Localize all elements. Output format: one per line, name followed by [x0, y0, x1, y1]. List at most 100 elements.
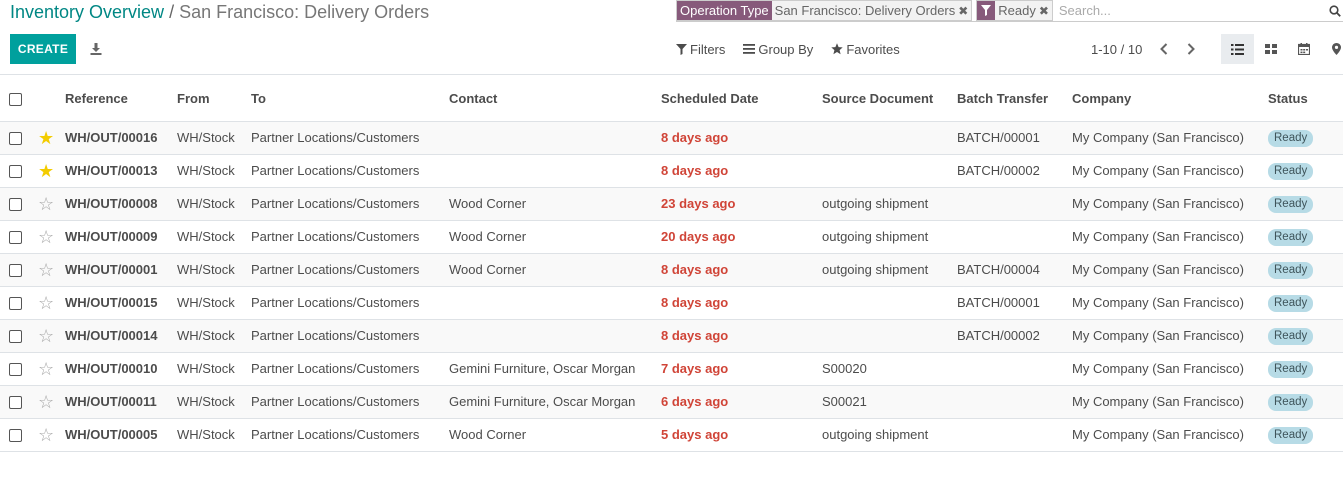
row-select-cell	[0, 385, 33, 418]
row-from: WH/Stock	[177, 163, 235, 178]
row-checkbox[interactable]	[9, 429, 22, 443]
row-from: WH/Stock	[177, 196, 235, 211]
star-outline-icon[interactable]: ☆	[38, 360, 54, 378]
row-checkbox[interactable]	[9, 198, 22, 212]
table-row[interactable]: ☆ WH/OUT/00005 WH/Stock Partner Locations/C…	[0, 418, 1343, 451]
row-priority-cell: ☆	[33, 385, 59, 418]
row-select-cell	[0, 319, 33, 352]
star-filled-icon[interactable]: ★	[38, 162, 54, 180]
table-row[interactable]: ★ WH/OUT/00013 WH/Stock Partner Locations/C…	[0, 154, 1343, 187]
row-company: My Company (San Francisco)	[1072, 295, 1244, 310]
row-checkbox[interactable]	[9, 264, 22, 278]
row-company: My Company (San Francisco)	[1072, 229, 1244, 244]
header-scheduled-date[interactable]: Scheduled Date	[661, 76, 822, 121]
search-input[interactable]	[1056, 0, 1323, 21]
star-filled-icon[interactable]: ★	[38, 129, 54, 147]
row-checkbox[interactable]	[9, 165, 22, 179]
header-company[interactable]: Company	[1072, 76, 1268, 121]
table-row[interactable]: ☆ WH/OUT/00011 WH/Stock Partner Locations/C…	[0, 385, 1343, 418]
pager: 1-10 / 10	[1091, 40, 1210, 58]
control-panel: Inventory Overview / San Francisco: Delive…	[0, 0, 1343, 75]
row-checkbox[interactable]	[9, 396, 22, 410]
row-company: My Company (San Francisco)	[1072, 163, 1244, 178]
filters-button[interactable]: Filters	[676, 42, 725, 57]
header-batch-transfer[interactable]: Batch Transfer	[957, 76, 1072, 121]
table-body: ★ WH/OUT/00016 WH/Stock Partner Locations/C…	[0, 121, 1343, 451]
group-by-button[interactable]: Group By	[743, 42, 813, 57]
status-badge: Ready	[1268, 162, 1314, 180]
table-row[interactable]: ★ WH/OUT/00016 WH/Stock Partner Locations/C…	[0, 121, 1343, 154]
header-from[interactable]: From	[177, 76, 251, 121]
row-reference: WH/OUT/00005	[65, 427, 158, 442]
row-select-cell	[0, 418, 33, 451]
search-facet-ready-filter[interactable]: Ready ✖	[976, 0, 1053, 21]
star-outline-icon[interactable]: ☆	[38, 228, 54, 246]
chevron-left-icon[interactable]	[1156, 40, 1172, 58]
row-reference: WH/OUT/00010	[65, 361, 158, 376]
row-checkbox[interactable]	[9, 132, 22, 146]
select-all-checkbox[interactable]	[9, 92, 22, 106]
pager-value[interactable]: 1-10 / 10	[1091, 42, 1142, 57]
row-to: Partner Locations/Customers	[251, 295, 420, 310]
row-to: Partner Locations/Customers	[251, 262, 420, 277]
row-scheduled-date: 8 days ago	[661, 328, 729, 343]
row-company: My Company (San Francisco)	[1072, 262, 1244, 277]
row-to: Partner Locations/Customers	[251, 229, 420, 244]
breadcrumb: Inventory Overview / San Francisco: Delive…	[10, 1, 429, 23]
row-batch-transfer: BATCH/00002	[957, 163, 1040, 178]
search-icon[interactable]	[1323, 4, 1343, 17]
download-icon[interactable]	[86, 38, 106, 60]
table-row[interactable]: ☆ WH/OUT/00009 WH/Stock Partner Locations/C…	[0, 220, 1343, 253]
star-outline-icon[interactable]: ☆	[38, 195, 54, 213]
row-checkbox[interactable]	[9, 363, 22, 377]
header-to[interactable]: To	[251, 76, 449, 121]
table-row[interactable]: ☆ WH/OUT/00001 WH/Stock Partner Locations/C…	[0, 253, 1343, 286]
header-status[interactable]: Status	[1268, 76, 1343, 121]
row-select-cell	[0, 253, 33, 286]
table-row[interactable]: ☆ WH/OUT/00008 WH/Stock Partner Locations/C…	[0, 187, 1343, 220]
row-checkbox[interactable]	[9, 231, 22, 245]
header-contact[interactable]: Contact	[449, 76, 661, 121]
breadcrumb-parent-link[interactable]: Inventory Overview	[10, 2, 164, 22]
star-outline-icon[interactable]: ☆	[38, 426, 54, 444]
favorites-button[interactable]: Favorites	[831, 42, 900, 57]
star-outline-icon[interactable]: ☆	[38, 294, 54, 312]
row-contact	[449, 121, 661, 154]
map-view-icon[interactable]	[1320, 34, 1343, 64]
row-contact: Wood Corner	[449, 229, 527, 244]
chevron-right-icon[interactable]	[1183, 40, 1199, 58]
table-row[interactable]: ☆ WH/OUT/00014 WH/Stock Partner Locations/C…	[0, 319, 1343, 352]
row-reference: WH/OUT/00011	[65, 394, 157, 409]
table-row[interactable]: ☆ WH/OUT/00015 WH/Stock Partner Locations/C…	[0, 286, 1343, 319]
header-reference[interactable]: Reference	[59, 76, 177, 121]
row-reference: WH/OUT/00009	[65, 229, 158, 244]
row-source-document	[822, 154, 957, 187]
row-checkbox[interactable]	[9, 330, 22, 344]
row-select-cell	[0, 352, 33, 385]
table-row[interactable]: ☆ WH/OUT/00010 WH/Stock Partner Locations/C…	[0, 352, 1343, 385]
row-from: WH/Stock	[177, 295, 235, 310]
star-outline-icon[interactable]: ☆	[38, 393, 54, 411]
row-select-cell	[0, 220, 33, 253]
star-outline-icon[interactable]: ☆	[38, 327, 54, 345]
row-batch-transfer	[957, 187, 1072, 220]
calendar-view-icon[interactable]	[1287, 34, 1320, 64]
facet-remove-icon[interactable]: ✖	[1039, 1, 1052, 20]
header-source-document[interactable]: Source Document	[822, 76, 957, 121]
row-reference: WH/OUT/00013	[65, 163, 158, 178]
row-priority-cell: ☆	[33, 220, 59, 253]
row-to: Partner Locations/Customers	[251, 196, 420, 211]
list-view-icon[interactable]	[1221, 34, 1254, 64]
row-reference: WH/OUT/00008	[65, 196, 158, 211]
star-outline-icon[interactable]: ☆	[38, 261, 54, 279]
row-batch-transfer: BATCH/00001	[957, 295, 1040, 310]
create-button[interactable]: CREATE	[10, 34, 76, 64]
row-status-cell: Ready	[1268, 220, 1343, 253]
kanban-view-icon[interactable]	[1254, 34, 1287, 64]
row-batch-transfer: BATCH/00002	[957, 328, 1040, 343]
facet-remove-icon[interactable]: ✖	[958, 1, 971, 20]
row-company: My Company (San Francisco)	[1072, 394, 1244, 409]
search-facet-operation-type[interactable]: Operation Type San Francisco: Delivery O…	[676, 0, 973, 21]
row-checkbox[interactable]	[9, 297, 22, 311]
header-priority	[33, 76, 59, 121]
